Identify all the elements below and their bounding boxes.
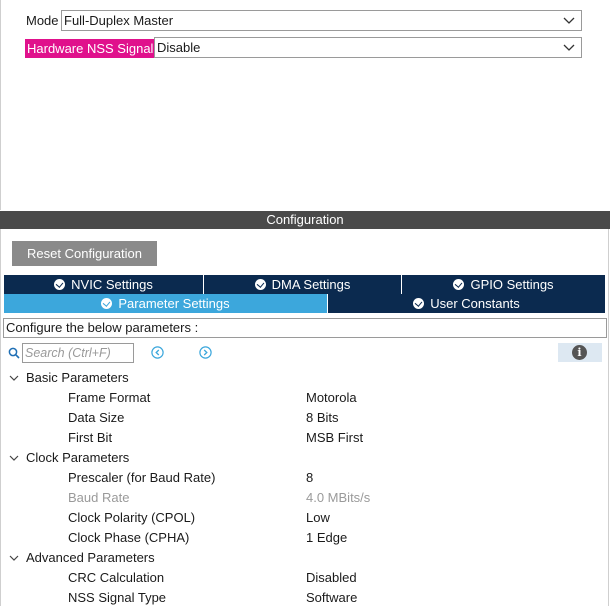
- nss-select-value: Disable: [157, 40, 201, 55]
- check-circle-icon: [54, 279, 66, 290]
- info-button[interactable]: i: [558, 343, 602, 362]
- group-clock-parameters[interactable]: Clock Parameters: [26, 450, 129, 465]
- tab-label: User Constants: [430, 296, 520, 311]
- tab-label: DMA Settings: [271, 277, 351, 292]
- check-circle-icon: [254, 279, 266, 290]
- next-result-icon[interactable]: [199, 346, 212, 359]
- param-value[interactable]: 8 Bits: [306, 410, 339, 425]
- search-icon: [8, 347, 20, 359]
- previous-result-icon[interactable]: [151, 346, 164, 359]
- tab-nvic-settings[interactable]: NVIC Settings: [4, 275, 204, 294]
- check-circle-icon: [413, 298, 425, 309]
- param-label: CRC Calculation: [68, 570, 165, 585]
- param-label: Data Size: [68, 410, 125, 425]
- configure-instructions: Configure the below parameters :: [3, 318, 607, 338]
- chevron-down-icon[interactable]: [9, 453, 19, 463]
- chevron-down-icon: [563, 17, 575, 24]
- param-label: Prescaler (for Baud Rate): [68, 470, 216, 485]
- tab-gpio-settings[interactable]: GPIO Settings: [402, 275, 605, 294]
- param-label: Clock Phase (CPHA): [68, 530, 190, 545]
- param-value[interactable]: MSB First: [306, 430, 363, 445]
- tab-label: NVIC Settings: [71, 277, 153, 292]
- panel-border-right: [608, 229, 609, 606]
- param-label: Clock Polarity (CPOL): [68, 510, 196, 525]
- left-border: [0, 0, 1, 210]
- group-advanced-parameters[interactable]: Advanced Parameters: [26, 550, 155, 565]
- tab-label: GPIO Settings: [470, 277, 554, 292]
- chevron-down-icon[interactable]: [9, 373, 19, 383]
- mode-label: Mode: [26, 13, 59, 28]
- group-basic-parameters[interactable]: Basic Parameters: [26, 370, 129, 385]
- param-value[interactable]: 8: [306, 470, 313, 485]
- param-value[interactable]: Motorola: [306, 390, 357, 405]
- param-value[interactable]: Low: [306, 510, 330, 525]
- search-input[interactable]: Search (Ctrl+F): [22, 343, 134, 363]
- chevron-down-icon: [563, 44, 575, 51]
- tab-label: Parameter Settings: [118, 296, 230, 311]
- param-value[interactable]: Software: [306, 590, 357, 605]
- reset-configuration-button[interactable]: Reset Configuration: [12, 241, 157, 266]
- param-label: Baud Rate: [68, 490, 130, 505]
- check-circle-icon: [453, 279, 465, 290]
- nss-select[interactable]: Disable: [154, 37, 582, 58]
- param-value[interactable]: Disabled: [306, 570, 357, 585]
- mode-select[interactable]: Full-Duplex Master: [61, 10, 582, 31]
- nss-label: Hardware NSS Signal: [25, 39, 156, 58]
- info-icon: i: [572, 345, 587, 360]
- check-circle-icon: [101, 298, 113, 309]
- param-label: First Bit: [68, 430, 113, 445]
- param-value: 4.0 MBits/s: [306, 490, 371, 505]
- panel-border-left: [0, 229, 1, 606]
- tab-user-constants[interactable]: User Constants: [328, 294, 605, 313]
- tab-dma-settings[interactable]: DMA Settings: [204, 275, 402, 294]
- configuration-header: Configuration: [0, 211, 610, 229]
- param-label: Frame Format: [68, 390, 151, 405]
- tab-parameter-settings[interactable]: Parameter Settings: [4, 294, 328, 313]
- param-label: NSS Signal Type: [68, 590, 167, 605]
- mode-select-value: Full-Duplex Master: [64, 13, 174, 28]
- chevron-down-icon[interactable]: [9, 553, 19, 563]
- param-value[interactable]: 1 Edge: [306, 530, 347, 545]
